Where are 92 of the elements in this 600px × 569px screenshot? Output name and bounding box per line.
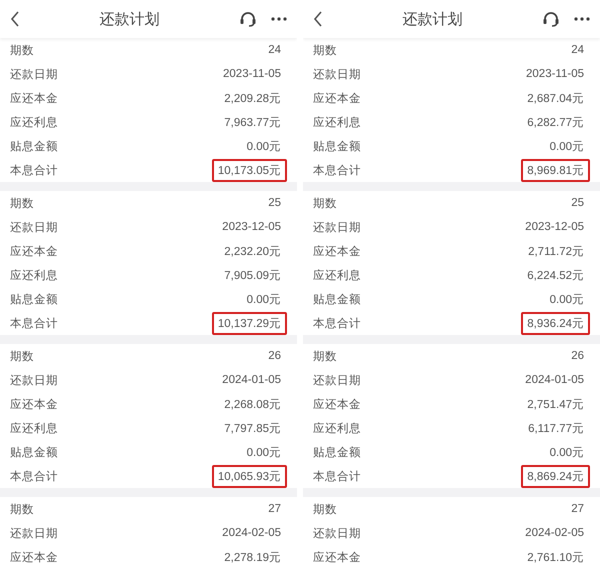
- field-label: 还款日期: [10, 68, 58, 82]
- field-value: 2024-01-05: [524, 373, 585, 388]
- field-label: 应还利息: [313, 116, 361, 130]
- field-label: 还款日期: [10, 374, 58, 388]
- field-label: 贴息金额: [10, 446, 58, 460]
- field-value: 2,687.04元: [526, 92, 585, 106]
- field-label: 还款日期: [313, 68, 361, 82]
- field-value: 0.00元: [246, 140, 282, 154]
- highlighted-value: 8,869.24元: [521, 464, 590, 488]
- field-value: 2,268.08元: [223, 398, 282, 412]
- field-label: 应还本金: [313, 550, 361, 564]
- field-label: 贴息金额: [313, 446, 361, 460]
- field-value: 2,209.28元: [223, 92, 282, 106]
- field-label: 本息合计: [10, 316, 58, 330]
- field-value: 0.00元: [246, 292, 282, 308]
- field-value: 6,224.52元: [526, 268, 585, 284]
- field-label: 应还本金: [10, 398, 58, 412]
- field-value: 25: [570, 196, 585, 211]
- headset-icon[interactable]: [542, 10, 560, 28]
- field-value: 27: [267, 502, 282, 517]
- field-label: 还款日期: [10, 526, 58, 540]
- field-value: 2,751.47元: [526, 398, 585, 412]
- field-value: 7,905.09元: [223, 268, 282, 284]
- field-value: 2,761.10元: [526, 550, 585, 566]
- field-label: 应还利息: [313, 268, 361, 282]
- field-label: 本息合计: [10, 164, 58, 178]
- field-value: 27: [570, 502, 585, 517]
- field-value: 0.00元: [246, 446, 282, 460]
- field-value: 26: [570, 349, 585, 364]
- field-label: 期数: [313, 196, 337, 210]
- field-value: 0.00元: [548, 292, 585, 308]
- field-value: 2024-02-05: [221, 526, 282, 541]
- field-label: 期数: [313, 350, 337, 364]
- highlighted-value: 8,936.24元: [521, 312, 590, 334]
- field-label: 期数: [313, 44, 337, 58]
- field-label: 贴息金额: [313, 292, 361, 306]
- field-value: 2023-12-05: [524, 220, 585, 235]
- field-value: 25: [267, 196, 282, 211]
- headset-icon[interactable]: [239, 10, 257, 28]
- field-label: 应还利息: [10, 116, 58, 130]
- field-label: 还款日期: [313, 374, 361, 388]
- field-label: 应还本金: [313, 92, 361, 106]
- field-value: 2023-12-05: [221, 220, 282, 235]
- page-title: 还款计划: [402, 10, 464, 28]
- more-icon[interactable]: [574, 17, 590, 21]
- field-label: 应还本金: [10, 92, 58, 106]
- more-icon[interactable]: [271, 17, 287, 21]
- highlighted-value: 10,173.05元: [212, 158, 287, 182]
- field-label: 期数: [313, 502, 337, 516]
- highlighted-value: 10,137.29元: [212, 312, 287, 334]
- field-value: 2024-01-05: [221, 373, 282, 388]
- field-label: 贴息金额: [10, 140, 58, 154]
- field-label: 本息合计: [313, 470, 361, 484]
- field-value: 0.00元: [548, 446, 585, 460]
- field-value: 2,232.20元: [223, 244, 282, 260]
- field-value: 6,117.77元: [527, 422, 585, 436]
- field-value: 2,711.72元: [527, 244, 585, 260]
- field-label: 应还本金: [10, 550, 58, 564]
- field-label: 本息合计: [10, 470, 58, 484]
- field-value: 24: [570, 43, 585, 58]
- field-label: 期数: [10, 196, 34, 210]
- field-label: 应还本金: [10, 244, 58, 258]
- field-label: 贴息金额: [313, 140, 361, 154]
- page-title: 还款计划: [98, 10, 160, 28]
- field-label: 期数: [10, 350, 34, 364]
- field-value: 24: [267, 43, 282, 58]
- highlighted-value: 8,969.81元: [521, 158, 590, 182]
- field-value: 2,278.19元: [223, 550, 282, 566]
- field-label: 贴息金额: [10, 292, 58, 306]
- field-value: 26: [267, 349, 282, 364]
- field-value: 0.00元: [548, 140, 585, 154]
- field-label: 应还利息: [10, 268, 58, 282]
- field-label: 期数: [10, 502, 34, 516]
- highlighted-value: 10,065.93元: [212, 464, 287, 488]
- field-value: 2023-11-05: [222, 67, 282, 82]
- back-icon[interactable]: [313, 11, 323, 27]
- field-label: 还款日期: [10, 220, 58, 234]
- field-label: 应还利息: [313, 422, 361, 436]
- field-label: 本息合计: [313, 164, 361, 178]
- field-value: 7,963.77元: [223, 116, 282, 130]
- field-label: 本息合计: [313, 316, 361, 330]
- back-icon[interactable]: [10, 11, 20, 27]
- field-label: 还款日期: [313, 220, 361, 234]
- field-label: 期数: [10, 44, 34, 58]
- field-label: 还款日期: [313, 526, 361, 540]
- field-label: 应还本金: [313, 244, 361, 258]
- field-value: 7,797.85元: [223, 422, 282, 436]
- field-value: 2023-11-05: [525, 67, 585, 82]
- field-value: 2024-02-05: [524, 526, 585, 541]
- field-value: 6,282.77元: [526, 116, 585, 130]
- field-label: 应还本金: [313, 398, 361, 412]
- field-label: 应还利息: [10, 422, 58, 436]
